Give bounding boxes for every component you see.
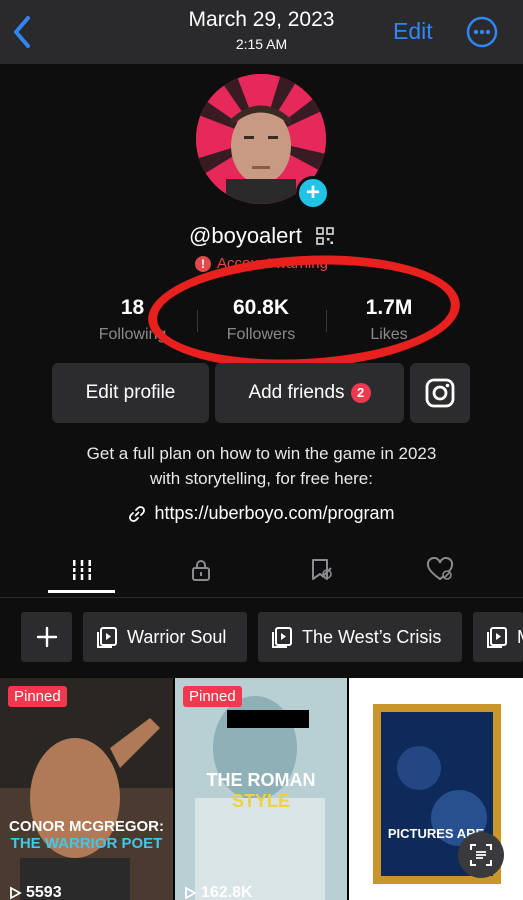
handle-row: @boyoalert bbox=[0, 222, 523, 249]
edit-button[interactable]: Edit bbox=[393, 18, 433, 45]
video-grid: Pinned CONOR MCGREGOR: THE WARRIOR POET … bbox=[0, 678, 523, 900]
add-friends-label: Add friends bbox=[248, 382, 345, 403]
video-caption: STYLE bbox=[231, 791, 290, 811]
add-playlist-button[interactable] bbox=[21, 612, 72, 662]
view-count-value: 5593 bbox=[26, 884, 62, 900]
plus-icon bbox=[36, 626, 57, 648]
video-thumbnail[interactable]: Pinned THE ROMAN STYLE 162.8K bbox=[175, 678, 347, 900]
ellipsis-circle-icon[interactable] bbox=[466, 16, 498, 48]
playlist-chip[interactable]: The West’s Crisis bbox=[258, 612, 462, 662]
playlist-chip[interactable]: M bbox=[473, 612, 523, 662]
pinned-badge: Pinned bbox=[183, 686, 242, 707]
instagram-icon bbox=[425, 378, 455, 408]
link-icon bbox=[129, 506, 146, 523]
scan-text-button[interactable] bbox=[458, 832, 504, 878]
lock-icon bbox=[192, 560, 210, 581]
scan-text-icon bbox=[470, 844, 492, 866]
playlist-label: M bbox=[517, 627, 523, 648]
tab-private[interactable] bbox=[166, 545, 236, 595]
bio: Get a full plan on how to win the game i… bbox=[0, 441, 523, 491]
video-caption: THE ROMAN bbox=[206, 770, 316, 790]
playlist-icon bbox=[487, 627, 507, 648]
bio-link[interactable]: https://uberboyo.com/program bbox=[0, 503, 523, 524]
play-icon bbox=[10, 886, 22, 900]
video-thumbnail[interactable]: Pinned CONOR MCGREGOR: THE WARRIOR POET … bbox=[0, 678, 173, 900]
playlist-icon bbox=[97, 627, 117, 648]
bio-link-text: https://uberboyo.com/program bbox=[154, 503, 395, 523]
exclamation-icon: ! bbox=[195, 256, 212, 273]
date-title: March 29, 2023 bbox=[188, 8, 335, 31]
view-count: 162.8K bbox=[183, 884, 253, 900]
video-thumbnail-image bbox=[0, 678, 173, 900]
bio-line: Get a full plan on how to win the game i… bbox=[86, 444, 437, 463]
videos-grid-icon bbox=[72, 560, 94, 580]
pinned-badge: Pinned bbox=[8, 686, 67, 707]
qr-code-icon[interactable] bbox=[316, 227, 334, 245]
bio-line: with storytelling, for free here: bbox=[150, 469, 373, 488]
tab-videos[interactable] bbox=[47, 545, 117, 595]
play-icon bbox=[359, 886, 371, 900]
playlist-label: The West’s Crisis bbox=[302, 626, 442, 647]
playlist-icon bbox=[272, 627, 292, 648]
edit-profile-label: Edit profile bbox=[85, 382, 176, 403]
video-caption: CONOR MCGREGOR: bbox=[9, 818, 164, 835]
username-handle: @boyoalert bbox=[189, 223, 302, 249]
active-tab-indicator bbox=[48, 590, 115, 593]
playlist-bar: Warrior Soul The West’s Crisis M bbox=[0, 612, 523, 664]
friend-request-badge: 2 bbox=[350, 383, 371, 403]
playlist-label: Warrior Soul bbox=[127, 626, 227, 647]
playlist-chip[interactable]: Warrior Soul bbox=[83, 612, 247, 662]
video-caption: THE WARRIOR POET bbox=[10, 835, 163, 852]
add-avatar-plus-icon[interactable]: + bbox=[296, 176, 330, 210]
tab-liked[interactable] bbox=[405, 545, 475, 595]
edit-profile-button[interactable]: Edit profile bbox=[52, 363, 209, 423]
view-count-value: 162.8K bbox=[201, 884, 253, 900]
time-subtitle: 2:15 AM bbox=[235, 36, 288, 52]
tab-favorites[interactable] bbox=[286, 545, 356, 595]
bookmark-icon bbox=[312, 559, 332, 580]
add-friends-button[interactable]: Add friends 2 bbox=[215, 363, 404, 423]
instagram-button[interactable] bbox=[410, 363, 470, 423]
view-count: 2127 bbox=[357, 884, 411, 900]
liked-heart-icon bbox=[426, 557, 454, 581]
top-bar: March 29, 2023 2:15 AM Edit bbox=[0, 0, 523, 64]
play-icon bbox=[185, 886, 197, 900]
view-count: 5593 bbox=[8, 884, 62, 900]
view-count-value: 2127 bbox=[375, 884, 411, 900]
